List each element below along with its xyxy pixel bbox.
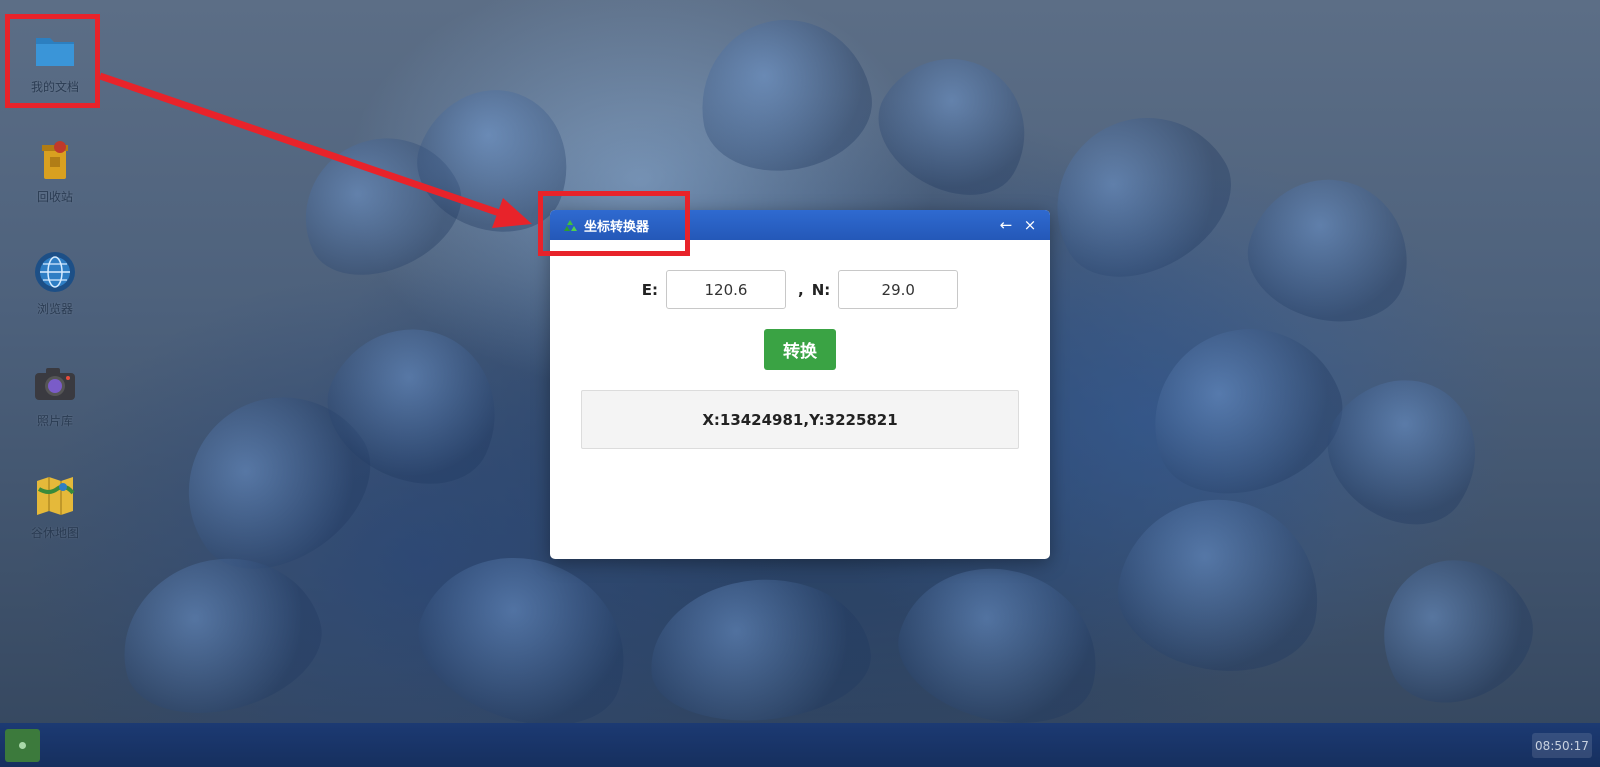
desktop-icon-photo-library[interactable]: 照片库 [20, 362, 90, 429]
result-text: X:13424981,Y:3225821 [702, 410, 898, 429]
desktop-icon-my-documents[interactable]: 我的文档 [20, 28, 90, 95]
close-icon[interactable]: × [1018, 214, 1042, 236]
result-display: X:13424981,Y:3225821 [581, 390, 1019, 449]
n-input[interactable] [838, 270, 959, 309]
e-label: E: [641, 280, 658, 299]
coordinate-converter-window: 坐标转换器 ← × E: , N: 转换 X:13424981,Y:322582… [550, 210, 1050, 559]
convert-button[interactable]: 转换 [764, 329, 836, 370]
desktop-icon-label: 浏览器 [36, 302, 73, 316]
start-dot-icon [19, 742, 26, 749]
map-icon [33, 474, 77, 518]
e-input[interactable] [665, 270, 786, 309]
window-title: 坐标转换器 [584, 219, 650, 235]
window-titlebar[interactable]: 坐标转换器 ← × [550, 210, 1050, 240]
comma-separator: , [797, 280, 804, 299]
desktop-icon-label: 照片库 [36, 414, 73, 428]
desktop-icon-label: 回收站 [36, 190, 73, 204]
desktop-icon-label: 谷休地图 [30, 526, 79, 540]
taskbar-clock: 08:50:17 [1532, 733, 1592, 758]
coordinate-input-row: E: , N: [550, 270, 1050, 309]
camera-icon [33, 362, 77, 406]
taskbar: 08:50:17 [0, 723, 1600, 767]
back-arrow-icon[interactable]: ← [994, 214, 1018, 236]
browser-globe-icon [33, 250, 77, 294]
desktop-icon-label: 我的文档 [30, 80, 79, 94]
desktop-icon-recycle-bin[interactable]: 回收站 [20, 138, 90, 205]
start-button[interactable] [5, 729, 40, 762]
desktop-icon-browser[interactable]: 浏览器 [20, 250, 90, 317]
folder-icon [33, 28, 77, 72]
desktop-icon-map[interactable]: 谷休地图 [20, 474, 90, 541]
recycle-bin-icon [33, 138, 77, 182]
n-label: N: [811, 280, 831, 299]
recycle-arrows-icon [562, 218, 578, 232]
